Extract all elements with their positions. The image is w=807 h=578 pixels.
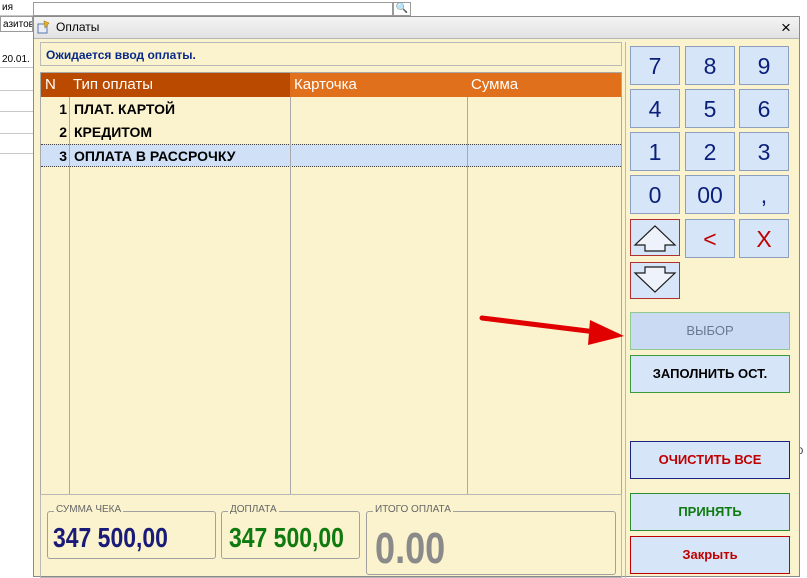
payments-dialog: Оплаты × Ожидается ввод оплаты. N Тип оп… [33,16,800,578]
background-field [33,2,393,16]
arrow-down-icon [633,266,677,293]
title-bar: Оплаты × [34,17,799,39]
background-row: 20.01. [0,52,33,68]
background-row: азитов [0,16,33,32]
background-row [0,138,33,154]
payment-type: ОПЛАТА В РАССРОЧКУ [74,148,236,164]
column-header-type[interactable]: Тип оплаты [69,73,290,97]
extra-payment-label: ДОПЛАТА [228,504,279,515]
clear-key[interactable]: X [739,219,789,258]
table-row[interactable]: 1 ПЛАТ. КАРТОЙ [41,98,621,121]
payments-table: N Тип оплаты Карточка Сумма 1 ПЛАТ. КАРТ… [40,72,622,495]
column-divider [467,97,468,494]
card-cell [293,145,465,166]
column-header-card[interactable]: Карточка [290,73,467,97]
close-button[interactable]: Закрыть [630,536,790,574]
payment-icon [37,20,50,34]
card-cell [293,121,465,144]
key-00[interactable]: 00 [685,175,735,214]
check-sum-label: СУММА ЧЕКА [54,504,124,515]
clear-all-button[interactable]: ОЧИСТИТЬ ВСЕ [630,441,790,479]
select-button[interactable]: ВЫБОР [630,312,790,350]
column-header-sum[interactable]: Сумма [467,73,621,97]
total-payment-value: 0.00 [375,524,446,573]
table-row[interactable]: 2 КРЕДИТОМ [41,121,621,144]
backspace-key[interactable]: < [685,219,735,258]
check-sum-value: 347 500,00 [53,522,168,553]
dialog-title: Оплаты [56,20,100,34]
row-number: 3 [59,148,67,164]
column-divider [69,97,70,494]
row-number: 1 [59,101,67,117]
key-1[interactable]: 1 [630,132,680,171]
fill-remainder-button[interactable]: ЗАПОЛНИТЬ ОСТ. [630,355,790,393]
totals-panel: СУММА ЧЕКА 347 500,00 ДОПЛАТА 347 500,00… [40,494,622,578]
key-5[interactable]: 5 [685,89,735,128]
column-header-n[interactable]: N [41,73,69,97]
key-3[interactable]: 3 [739,132,789,171]
extra-payment-value: 347 500,00 [229,522,344,553]
total-payment-box: ИТОГО ОПЛАТА 0.00 [366,504,616,575]
panel-divider [625,42,626,578]
extra-payment-box: ДОПЛАТА 347 500,00 [221,504,360,559]
payment-type: КРЕДИТОМ [74,124,153,140]
search-icon: 🔍 [393,2,411,16]
check-sum-box: СУММА ЧЕКА 347 500,00 [47,504,216,559]
row-number: 2 [59,124,67,140]
background-text: азитов [3,19,33,30]
scroll-up-button[interactable] [630,219,680,256]
close-icon[interactable]: × [781,17,791,38]
background-text: 20.01. [2,54,30,65]
background-row [0,118,33,134]
sum-cell [470,145,620,166]
annotation-arrow-icon [479,315,624,345]
key-comma[interactable]: , [739,175,789,214]
payment-type: ПЛАТ. КАРТОЙ [74,101,176,117]
key-2[interactable]: 2 [685,132,735,171]
card-cell [293,98,465,121]
background-row [0,96,33,112]
background-text: ия [2,2,14,13]
key-4[interactable]: 4 [630,89,680,128]
key-0[interactable]: 0 [630,175,680,214]
sum-cell [470,98,620,121]
accept-button[interactable]: ПРИНЯТЬ [630,493,790,531]
key-9[interactable]: 9 [739,46,789,85]
table-row-selected[interactable]: 3 ОПЛАТА В РАССРОЧКУ [41,144,621,167]
scroll-down-button[interactable] [630,262,680,299]
key-7[interactable]: 7 [630,46,680,85]
column-divider [290,97,291,494]
sum-cell [470,121,620,144]
status-message: Ожидается ввод оплаты. [40,42,622,66]
arrow-up-icon [633,225,677,252]
key-6[interactable]: 6 [739,89,789,128]
key-8[interactable]: 8 [685,46,735,85]
total-payment-label: ИТОГО ОПЛАТА [373,504,453,515]
background-row [0,75,33,91]
